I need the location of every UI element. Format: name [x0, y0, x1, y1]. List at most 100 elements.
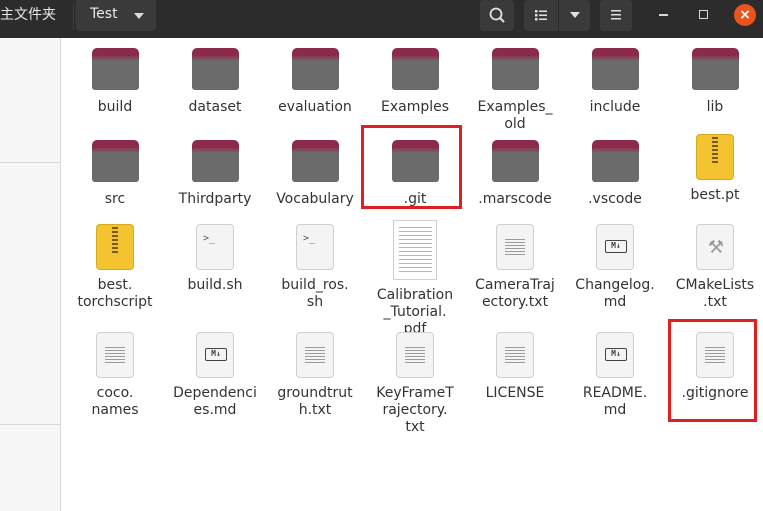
folder-icon	[691, 48, 739, 92]
folder-icon	[391, 48, 439, 92]
view-toggle-button[interactable]	[524, 0, 558, 31]
file-name-label: best.pt	[690, 187, 740, 203]
file-item-best-torchscript[interactable]: best. torchscript	[65, 220, 165, 311]
file-name-label: groundtrut h.txt	[277, 385, 353, 418]
file-item-src[interactable]: src	[65, 130, 165, 208]
minimize-icon[interactable]	[659, 14, 668, 16]
folder-icon	[591, 48, 639, 92]
markdown-icon: M↓	[196, 332, 234, 378]
file-name-label: .git	[403, 191, 427, 207]
text-file-icon	[496, 332, 534, 378]
file-grid: build dataset evaluation Examples Examples_ …	[62, 38, 763, 511]
file-name-label: CMakeLists .txt	[675, 277, 755, 310]
file-item-git[interactable]: .git	[365, 130, 465, 208]
chevron-down-icon	[570, 12, 580, 18]
file-item-build-sh[interactable]: >_ build.sh	[165, 220, 265, 294]
file-name-label: .vscode	[588, 191, 642, 207]
list-view-icon	[535, 10, 547, 21]
text-file-icon	[496, 224, 534, 270]
file-item-evaluation[interactable]: evaluation	[265, 38, 365, 116]
file-item-groundtruth-txt[interactable]: groundtrut h.txt	[265, 328, 365, 419]
file-name-label: evaluation	[278, 99, 352, 115]
breadcrumb-home[interactable]: 主文件夹	[0, 0, 71, 31]
file-item-marscode[interactable]: .marscode	[465, 130, 565, 208]
file-name-label: KeyFrameT rajectory. txt	[376, 385, 454, 435]
folder-icon	[491, 48, 539, 92]
file-name-label: dataset	[188, 99, 242, 115]
file-name-label: include	[589, 99, 641, 115]
archive-icon	[696, 134, 734, 180]
text-file-icon	[296, 332, 334, 378]
file-item-vocabulary[interactable]: Vocabulary	[265, 130, 365, 208]
file-name-label: Vocabulary	[276, 191, 354, 207]
file-name-label: .marscode	[478, 191, 552, 207]
file-name-label: src	[104, 191, 126, 207]
hamburger-menu-icon	[611, 10, 621, 20]
file-item-changelog-md[interactable]: M↓ Changelog. md	[565, 220, 665, 311]
file-item-cmakelists-txt[interactable]: ⚒ CMakeLists .txt	[665, 220, 763, 311]
file-name-label: build	[97, 99, 133, 115]
file-name-label: coco. names	[91, 385, 139, 418]
file-item-license[interactable]: LICENSE	[465, 328, 565, 402]
file-item-cameratrajectory-txt[interactable]: CameraTraj ectory.txt	[465, 220, 565, 311]
folder-icon	[91, 140, 139, 184]
maximize-icon[interactable]	[699, 10, 708, 19]
file-name-label: .gitignore	[681, 385, 749, 401]
folder-icon	[491, 140, 539, 184]
file-item-readme-md[interactable]: M↓ README. md	[565, 328, 665, 419]
file-item-gitignore[interactable]: .gitignore	[665, 328, 763, 402]
menu-button[interactable]	[600, 0, 632, 31]
text-file-icon	[696, 332, 734, 378]
hammer-icon: ⚒	[696, 224, 734, 270]
file-name-label: Examples	[380, 99, 450, 115]
file-name-label: build_ros. sh	[281, 277, 349, 310]
file-name-label: Thirdparty	[178, 191, 252, 207]
file-item-best-pt[interactable]: best.pt	[665, 130, 763, 204]
file-item-build-ros-sh[interactable]: >_ build_ros. sh	[265, 220, 365, 311]
file-name-label: Changelog. md	[575, 277, 655, 310]
breadcrumb-current-label: Test	[90, 6, 118, 22]
file-item-dataset[interactable]: dataset	[165, 38, 265, 116]
file-item-thirdparty[interactable]: Thirdparty	[165, 130, 265, 208]
file-name-label: CameraTraj ectory.txt	[475, 277, 555, 310]
markdown-icon: M↓	[596, 332, 634, 378]
file-item-dependencies-md[interactable]: M↓ Dependenci es.md	[165, 328, 265, 419]
file-item-vscode[interactable]: .vscode	[565, 130, 665, 208]
chevron-down-icon	[134, 13, 144, 19]
file-item-examples[interactable]: Examples	[365, 38, 465, 116]
file-name-label: best. torchscript	[77, 277, 153, 310]
folder-icon	[191, 140, 239, 184]
text-file-icon	[96, 332, 134, 378]
file-item-calibration-tutorial-pdf[interactable]: Calibration _Tutorial. pdf	[365, 220, 465, 338]
file-item-coco-names[interactable]: coco. names	[65, 328, 165, 419]
file-item-lib[interactable]: lib	[665, 38, 763, 116]
folder-icon	[291, 48, 339, 92]
file-item-examples-old[interactable]: Examples_ old	[465, 38, 565, 133]
folder-icon	[291, 140, 339, 184]
folder-icon	[591, 140, 639, 184]
close-icon[interactable]: ×	[734, 4, 756, 26]
sidebar-divider	[0, 162, 61, 163]
folder-icon	[391, 140, 439, 184]
markdown-icon: M↓	[596, 224, 634, 270]
file-item-include[interactable]: include	[565, 38, 665, 116]
file-name-label: lib	[706, 99, 724, 115]
header-bar: 主文件夹 Test ×	[0, 0, 763, 38]
file-name-label: Dependenci es.md	[173, 385, 257, 418]
search-icon	[489, 7, 505, 23]
file-item-build[interactable]: build	[65, 38, 165, 116]
sidebar	[0, 38, 61, 511]
folder-icon	[91, 48, 139, 92]
view-options-button[interactable]	[558, 0, 590, 31]
file-name-label: README. md	[582, 385, 648, 418]
script-icon: >_	[196, 224, 234, 270]
file-item-keyframetrajectory-txt[interactable]: KeyFrameT rajectory. txt	[365, 328, 465, 436]
file-name-label: Examples_ old	[477, 99, 553, 132]
search-button[interactable]	[480, 0, 514, 31]
script-icon: >_	[296, 224, 334, 270]
archive-icon	[96, 224, 134, 270]
file-name-label: LICENSE	[485, 385, 545, 401]
folder-icon	[191, 48, 239, 92]
sidebar-divider	[0, 424, 61, 425]
breadcrumb-current[interactable]: Test	[76, 0, 156, 31]
